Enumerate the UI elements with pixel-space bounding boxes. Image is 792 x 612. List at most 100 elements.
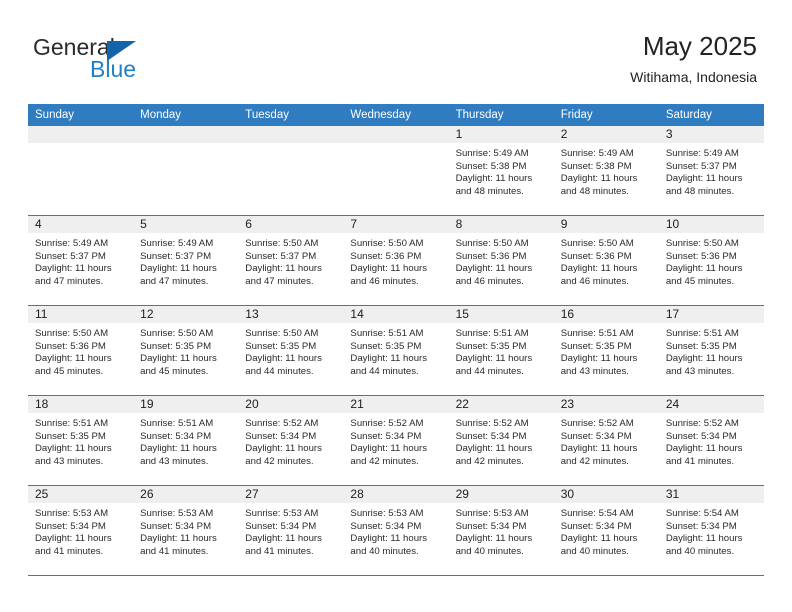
calendar-day-cell[interactable]: 27 Sunrise: 5:53 AM Sunset: 5:34 PM Dayligh… bbox=[238, 486, 344, 575]
sunset-text: Sunset: 5:34 PM bbox=[245, 430, 317, 442]
day-number-band bbox=[658, 126, 764, 144]
calendar-day-cell[interactable]: 17 Sunrise: 5:51 AM Sunset: 5:35 PM Dayligh… bbox=[658, 306, 764, 395]
day-number-band bbox=[553, 126, 659, 144]
day-number: 9 bbox=[560, 217, 568, 231]
weekday-header-monday: Monday bbox=[140, 109, 182, 121]
calendar-day-cell[interactable]: 21 Sunrise: 5:52 AM Sunset: 5:34 PM Dayligh… bbox=[343, 396, 449, 485]
day-number: 1 bbox=[455, 127, 463, 141]
daylight-text-line2: and 44 minutes. bbox=[350, 365, 419, 377]
day-details: Sunrise: 5:50 AM Sunset: 5:37 PM Daylight:… bbox=[238, 234, 343, 288]
sunset-text: Sunset: 5:35 PM bbox=[455, 340, 527, 352]
day-number-band bbox=[448, 126, 554, 144]
calendar-day-cell[interactable]: 9 Sunrise: 5:50 AM Sunset: 5:36 PM Daylight… bbox=[553, 216, 659, 305]
calendar-day-cell[interactable]: 30 Sunrise: 5:54 AM Sunset: 5:34 PM Dayligh… bbox=[553, 486, 659, 575]
day-number-band bbox=[343, 126, 449, 144]
calendar-week-row: 25 Sunrise: 5:53 AM Sunset: 5:34 PM Dayligh… bbox=[28, 486, 764, 576]
calendar-day-cell[interactable]: 5 Sunrise: 5:49 AM Sunset: 5:37 PM Daylight… bbox=[133, 216, 239, 305]
day-details: Sunrise: 5:51 AM Sunset: 5:35 PM Daylight:… bbox=[659, 324, 764, 378]
calendar-day-cell-empty bbox=[238, 126, 344, 215]
page-subtitle: Witihama, Indonesia bbox=[630, 69, 757, 85]
calendar-day-cell[interactable]: 8 Sunrise: 5:50 AM Sunset: 5:36 PM Daylight… bbox=[448, 216, 554, 305]
sunrise-text: Sunrise: 5:51 AM bbox=[350, 328, 424, 339]
calendar-day-cell[interactable]: 3 Sunrise: 5:49 AM Sunset: 5:37 PM Daylight… bbox=[658, 126, 764, 215]
day-number-band bbox=[28, 216, 134, 234]
calendar-day-cell[interactable]: 29 Sunrise: 5:53 AM Sunset: 5:34 PM Dayligh… bbox=[448, 486, 554, 575]
calendar-day-cell[interactable]: 25 Sunrise: 5:53 AM Sunset: 5:34 PM Dayligh… bbox=[28, 486, 134, 575]
calendar-day-cell[interactable]: 10 Sunrise: 5:50 AM Sunset: 5:36 PM Dayligh… bbox=[658, 216, 764, 305]
daylight-text-line2: and 41 minutes. bbox=[35, 545, 104, 557]
day-number: 20 bbox=[245, 397, 259, 411]
daylight-text-line1: Daylight: 11 hours bbox=[665, 353, 743, 365]
day-number-band bbox=[238, 126, 344, 144]
calendar-day-cell[interactable]: 23 Sunrise: 5:52 AM Sunset: 5:34 PM Dayligh… bbox=[553, 396, 659, 485]
calendar-day-cell[interactable]: 26 Sunrise: 5:53 AM Sunset: 5:34 PM Dayligh… bbox=[133, 486, 239, 575]
daylight-text-line2: and 41 minutes. bbox=[140, 545, 209, 557]
day-number-band bbox=[133, 216, 239, 234]
day-number-band bbox=[343, 216, 449, 234]
daylight-text-line1: Daylight: 11 hours bbox=[665, 533, 743, 545]
day-number: 19 bbox=[140, 397, 154, 411]
sunset-text: Sunset: 5:35 PM bbox=[35, 430, 106, 442]
general-blue-logo[interactable]: General Blue bbox=[33, 34, 233, 84]
calendar-day-cell[interactable]: 20 Sunrise: 5:52 AM Sunset: 5:34 PM Dayligh… bbox=[238, 396, 344, 485]
sunset-text: Sunset: 5:35 PM bbox=[140, 340, 212, 352]
weekday-header-wednesday: Wednesday bbox=[350, 109, 411, 121]
calendar-day-cell[interactable]: 12 Sunrise: 5:50 AM Sunset: 5:35 PM Dayligh… bbox=[133, 306, 239, 395]
daylight-text-line1: Daylight: 11 hours bbox=[140, 443, 217, 455]
calendar-weeks: 1 Sunrise: 5:49 AM Sunset: 5:38 PM Daylight… bbox=[28, 126, 764, 576]
calendar-day-cell[interactable]: 15 Sunrise: 5:51 AM Sunset: 5:35 PM Dayligh… bbox=[448, 306, 554, 395]
calendar-day-cell[interactable]: 31 Sunrise: 5:54 AM Sunset: 5:34 PM Dayligh… bbox=[658, 486, 764, 575]
calendar-day-cell[interactable]: 18 Sunrise: 5:51 AM Sunset: 5:35 PM Dayligh… bbox=[28, 396, 134, 485]
daylight-text-line1: Daylight: 11 hours bbox=[665, 173, 743, 185]
daylight-text-line1: Daylight: 11 hours bbox=[665, 263, 743, 275]
calendar-day-cell[interactable]: 13 Sunrise: 5:50 AM Sunset: 5:35 PM Dayligh… bbox=[238, 306, 344, 395]
sunrise-text: Sunrise: 5:54 AM bbox=[560, 508, 634, 519]
calendar-day-cell[interactable]: 24 Sunrise: 5:52 AM Sunset: 5:34 PM Dayligh… bbox=[658, 396, 764, 485]
sunset-text: Sunset: 5:35 PM bbox=[560, 340, 632, 352]
calendar-day-cell[interactable]: 19 Sunrise: 5:51 AM Sunset: 5:34 PM Dayligh… bbox=[133, 396, 239, 485]
daylight-text-line1: Daylight: 11 hours bbox=[35, 533, 112, 545]
calendar-day-cell[interactable]: 7 Sunrise: 5:50 AM Sunset: 5:36 PM Daylight… bbox=[343, 216, 449, 305]
daylight-text-line1: Daylight: 11 hours bbox=[560, 353, 638, 365]
page-header: General Blue May 2025 Witihama, Indonesi… bbox=[0, 0, 792, 104]
calendar-day-cell[interactable]: 22 Sunrise: 5:52 AM Sunset: 5:34 PM Dayligh… bbox=[448, 396, 554, 485]
sunset-text: Sunset: 5:34 PM bbox=[140, 430, 212, 442]
day-details: Sunrise: 5:52 AM Sunset: 5:34 PM Daylight:… bbox=[449, 414, 554, 468]
day-details: Sunrise: 5:50 AM Sunset: 5:36 PM Daylight:… bbox=[554, 234, 659, 288]
calendar-day-cell[interactable]: 28 Sunrise: 5:53 AM Sunset: 5:34 PM Dayligh… bbox=[343, 486, 449, 575]
sunrise-text: Sunrise: 5:50 AM bbox=[665, 238, 739, 249]
calendar-day-cell[interactable]: 1 Sunrise: 5:49 AM Sunset: 5:38 PM Daylight… bbox=[448, 126, 554, 215]
daylight-text-line2: and 42 minutes. bbox=[560, 455, 629, 467]
daylight-text-line1: Daylight: 11 hours bbox=[455, 353, 533, 365]
sunrise-text: Sunrise: 5:50 AM bbox=[245, 328, 319, 339]
calendar-day-cell[interactable]: 2 Sunrise: 5:49 AM Sunset: 5:38 PM Daylight… bbox=[553, 126, 659, 215]
calendar-page: General Blue May 2025 Witihama, Indonesi… bbox=[0, 0, 792, 612]
day-number-band bbox=[28, 126, 134, 144]
calendar-day-cell[interactable]: 11 Sunrise: 5:50 AM Sunset: 5:36 PM Dayligh… bbox=[28, 306, 134, 395]
daylight-text-line2: and 47 minutes. bbox=[140, 275, 209, 287]
daylight-text-line2: and 43 minutes. bbox=[140, 455, 209, 467]
daylight-text-line1: Daylight: 11 hours bbox=[140, 353, 217, 365]
weekday-header-tuesday: Tuesday bbox=[245, 109, 289, 121]
daylight-text-line2: and 42 minutes. bbox=[245, 455, 314, 467]
calendar-week-row: 4 Sunrise: 5:49 AM Sunset: 5:37 PM Daylight… bbox=[28, 216, 764, 306]
day-details: Sunrise: 5:51 AM Sunset: 5:35 PM Daylight:… bbox=[554, 324, 659, 378]
sunrise-text: Sunrise: 5:51 AM bbox=[140, 418, 214, 429]
day-details: Sunrise: 5:53 AM Sunset: 5:34 PM Daylight:… bbox=[343, 504, 448, 558]
day-details: Sunrise: 5:49 AM Sunset: 5:37 PM Daylight:… bbox=[133, 234, 238, 288]
calendar-day-cell[interactable]: 14 Sunrise: 5:51 AM Sunset: 5:35 PM Dayligh… bbox=[343, 306, 449, 395]
calendar-day-cell[interactable]: 16 Sunrise: 5:51 AM Sunset: 5:35 PM Dayligh… bbox=[553, 306, 659, 395]
day-number: 21 bbox=[350, 397, 364, 411]
day-number: 3 bbox=[665, 127, 673, 141]
day-number: 25 bbox=[35, 487, 49, 501]
sunrise-text: Sunrise: 5:54 AM bbox=[665, 508, 739, 519]
sunset-text: Sunset: 5:34 PM bbox=[560, 430, 632, 442]
day-details: Sunrise: 5:50 AM Sunset: 5:36 PM Daylight:… bbox=[449, 234, 554, 288]
sunrise-text: Sunrise: 5:51 AM bbox=[560, 328, 634, 339]
day-details: Sunrise: 5:51 AM Sunset: 5:34 PM Daylight:… bbox=[133, 414, 238, 468]
calendar-day-cell[interactable]: 4 Sunrise: 5:49 AM Sunset: 5:37 PM Daylight… bbox=[28, 216, 134, 305]
calendar-day-cell[interactable]: 6 Sunrise: 5:50 AM Sunset: 5:37 PM Daylight… bbox=[238, 216, 344, 305]
day-details: Sunrise: 5:51 AM Sunset: 5:35 PM Daylight:… bbox=[449, 324, 554, 378]
daylight-text-line2: and 43 minutes. bbox=[665, 365, 735, 377]
day-details: Sunrise: 5:52 AM Sunset: 5:34 PM Daylight:… bbox=[554, 414, 659, 468]
